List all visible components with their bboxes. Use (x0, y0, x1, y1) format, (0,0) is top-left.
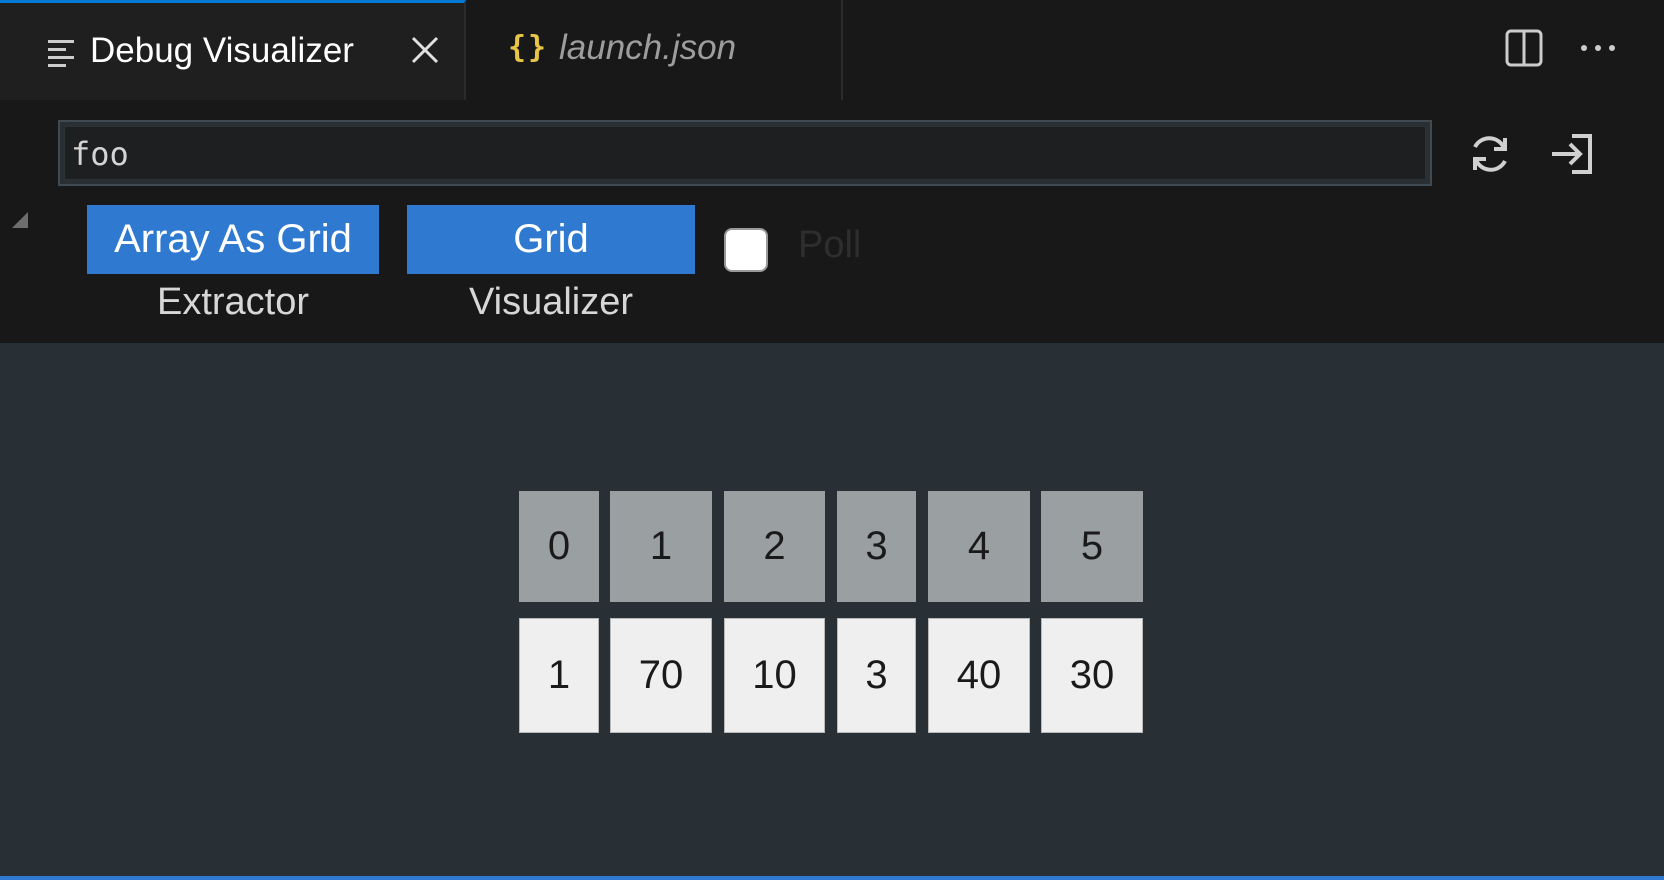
refresh-icon[interactable] (1466, 130, 1514, 178)
json-braces-icon: {} (508, 30, 549, 65)
grid-index-cell: 3 (837, 491, 916, 602)
split-editor-icon[interactable] (1504, 28, 1544, 68)
grid-index-cell: 4 (928, 491, 1030, 602)
poll-checkbox[interactable] (724, 228, 768, 272)
control-panel: foo Array As Grid Extractor Grid Visuali… (0, 100, 1664, 343)
grid-index-cell: 1 (610, 491, 712, 602)
grid-index-cell: 2 (724, 491, 825, 602)
visualizer-select-button[interactable]: Grid (407, 205, 695, 274)
grid-value-cell: 70 (610, 618, 712, 733)
grid-index-cell: 5 (1041, 491, 1143, 602)
expression-field[interactable]: foo (58, 120, 1432, 186)
grid-value-cell: 40 (928, 618, 1030, 733)
grid-value-cell: 3 (837, 618, 916, 733)
open-in-editor-icon[interactable] (1548, 130, 1596, 178)
poll-label: Poll (798, 224, 862, 266)
tab-debug-visualizer[interactable]: Debug Visualizer (0, 0, 466, 100)
grid-value-cell: 30 (1041, 618, 1143, 733)
resize-handle[interactable] (12, 212, 28, 228)
grid-value-cell: 1 (519, 618, 599, 733)
extractor-select-button[interactable]: Array As Grid (87, 205, 379, 274)
tab-label: Debug Visualizer (90, 31, 354, 70)
expression-input[interactable]: foo (64, 126, 1426, 180)
grid-value-cell: 10 (724, 618, 825, 733)
tab-bar: Debug Visualizer launch.json {} (0, 0, 1664, 100)
list-lines-icon (48, 40, 74, 68)
status-strip (0, 876, 1664, 880)
grid-index-cell: 0 (519, 491, 599, 602)
visualization-area: 0 1 2 3 4 5 1 70 10 3 40 30 (0, 343, 1664, 876)
more-actions-icon[interactable] (1578, 28, 1618, 68)
extractor-caption: Extractor (156, 281, 310, 323)
visualizer-caption: Visualizer (468, 281, 634, 323)
tab-label: launch.json (559, 28, 737, 67)
close-icon[interactable] (408, 33, 442, 67)
